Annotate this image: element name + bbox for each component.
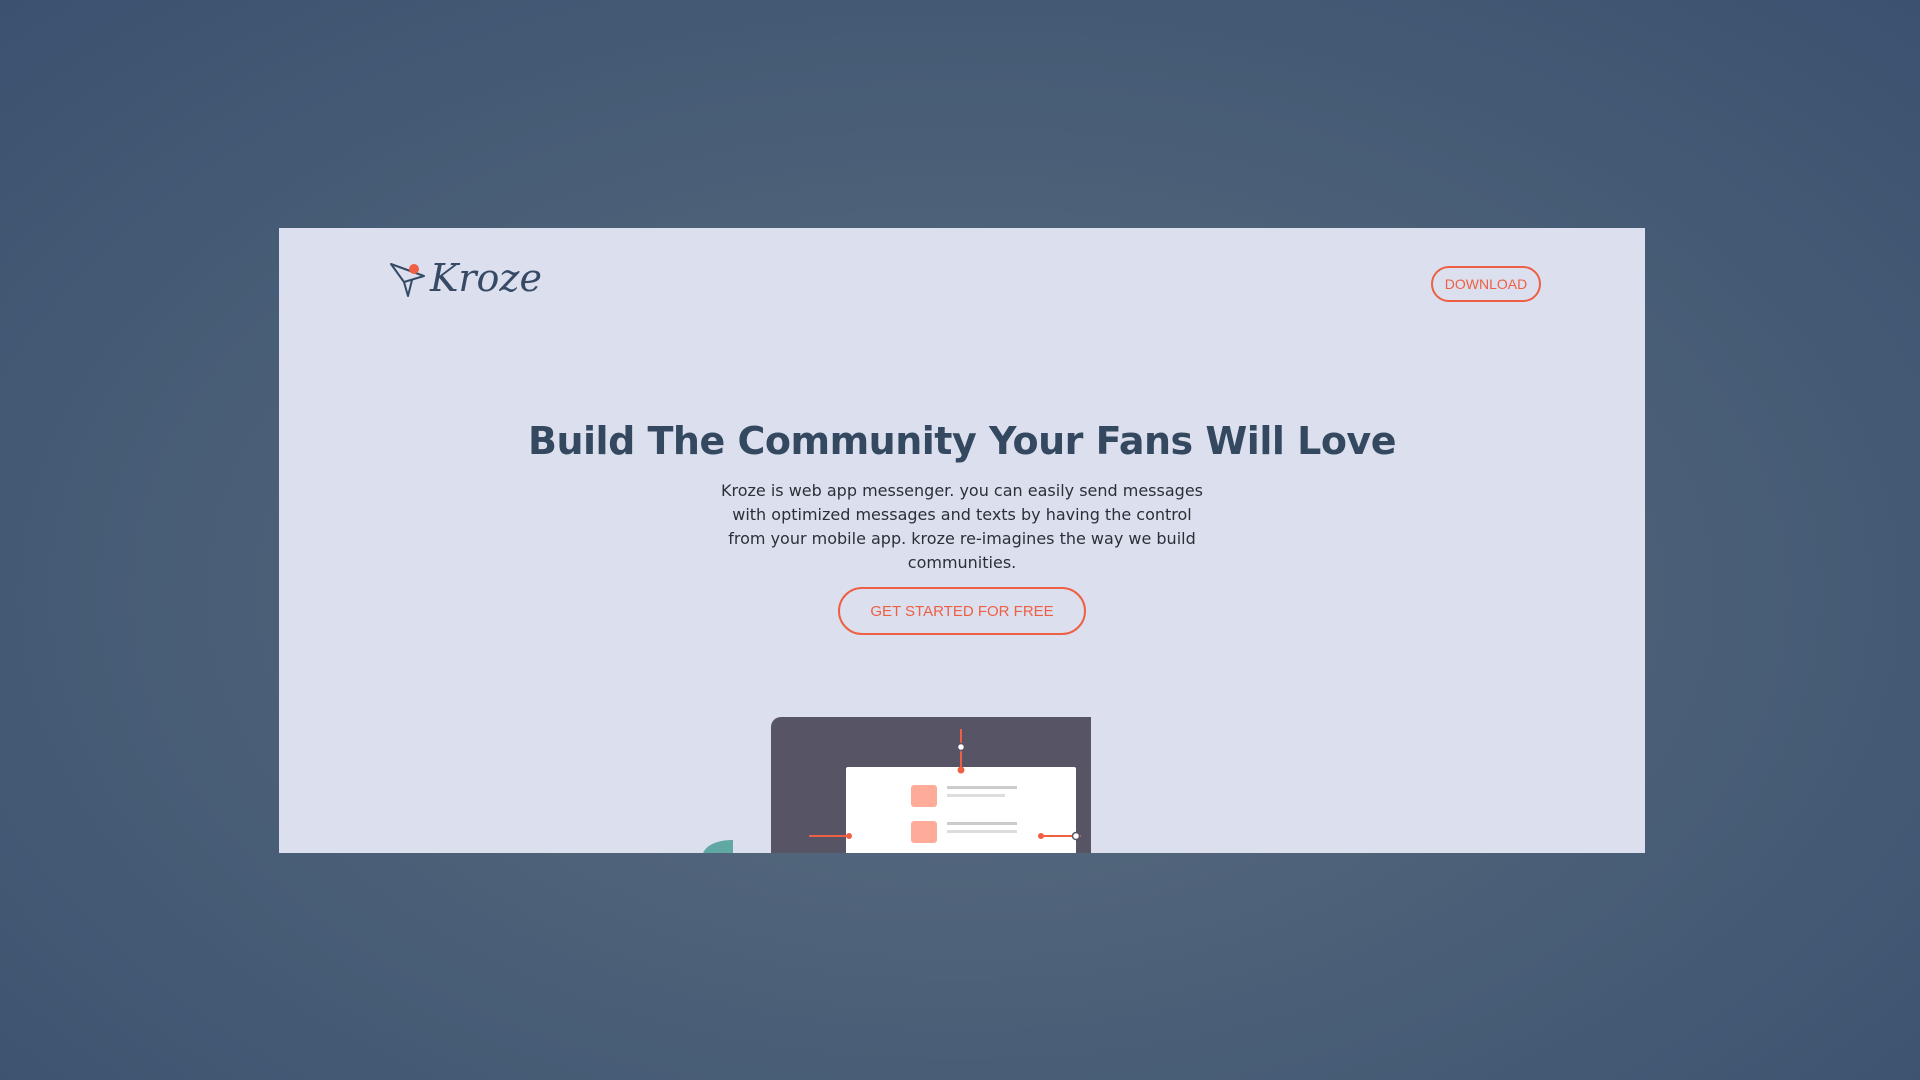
- download-button[interactable]: DOWNLOAD: [1431, 266, 1541, 302]
- chat-avatar-square: [911, 785, 937, 807]
- chat-text-line: [947, 822, 1017, 825]
- chat-avatar-square: [911, 821, 937, 843]
- connector-node-top: [956, 742, 966, 752]
- chat-text-line: [947, 794, 1005, 797]
- device-mockup: [771, 717, 1091, 853]
- brand-logo[interactable]: Kroze: [388, 258, 542, 298]
- brand-name: Kroze: [430, 256, 542, 300]
- connector-dot-top: [957, 766, 965, 774]
- connector-dot-right: [1038, 833, 1044, 839]
- teal-leaf-shape: [703, 840, 733, 853]
- landing-card: Kroze DOWNLOAD Build The Community Your …: [279, 228, 1645, 853]
- paper-plane-icon: [390, 263, 425, 297]
- hero-description: Kroze is web app messenger. you can easi…: [721, 481, 1203, 572]
- hero-title: Build The Community Your Fans Will Love: [528, 419, 1396, 463]
- chat-text-line: [947, 786, 1017, 789]
- get-started-button[interactable]: GET STARTED FOR FREE: [838, 587, 1086, 635]
- connector-dot-left: [846, 833, 852, 839]
- chat-text-line: [947, 830, 1017, 833]
- chat-window: [846, 767, 1076, 853]
- connector-node-right: [1071, 831, 1081, 841]
